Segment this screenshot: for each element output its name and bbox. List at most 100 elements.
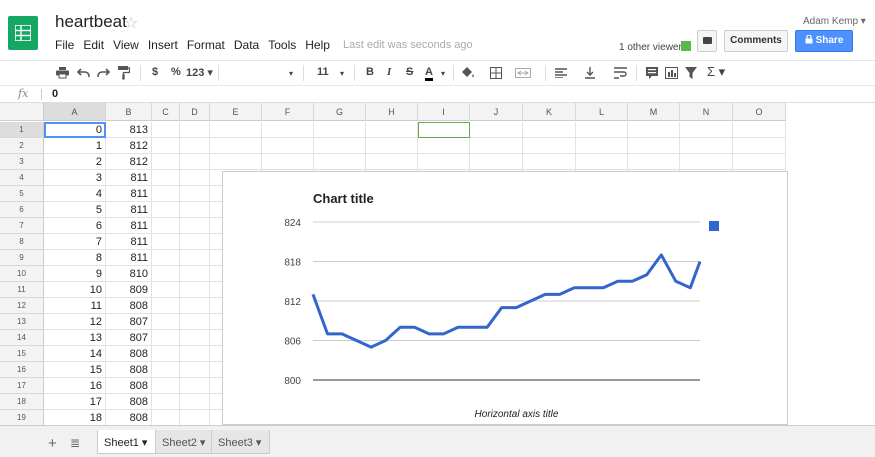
table-cell[interactable] [628,122,680,138]
table-cell[interactable]: 808 [106,298,152,314]
table-cell[interactable] [152,330,180,346]
viewer-avatar[interactable] [681,41,691,51]
table-cell[interactable] [680,122,733,138]
column-header-b[interactable]: B [106,103,152,121]
table-cell[interactable]: 808 [106,394,152,410]
table-cell[interactable] [418,138,470,154]
table-cell[interactable] [152,234,180,250]
row-header[interactable]: 3 [0,154,44,170]
column-header-f[interactable]: F [262,103,314,121]
row-header[interactable]: 10 [0,266,44,282]
row-header[interactable]: 5 [0,186,44,202]
wrap-text-icon[interactable] [614,67,627,79]
table-cell[interactable]: 9 [44,266,106,282]
table-cell[interactable]: 811 [106,202,152,218]
table-cell[interactable]: 811 [106,234,152,250]
strikethrough-button[interactable]: S [406,66,413,78]
bold-button[interactable]: B [366,66,374,78]
table-cell[interactable]: 812 [106,154,152,170]
row-header[interactable]: 2 [0,138,44,154]
table-cell[interactable] [152,266,180,282]
chart-title[interactable]: Chart title [313,191,374,206]
table-cell[interactable]: 808 [106,346,152,362]
paint-format-icon[interactable] [118,66,130,80]
table-cell[interactable] [180,314,210,330]
chat-button[interactable] [697,30,717,52]
filter-icon[interactable] [685,67,697,79]
user-account[interactable]: Adam Kemp ▾ [803,16,866,27]
table-cell[interactable]: 810 [106,266,152,282]
merge-cells-icon[interactable] [515,68,531,78]
menu-format[interactable]: Format [187,38,225,54]
table-cell[interactable]: 15 [44,362,106,378]
table-cell[interactable] [210,138,262,154]
table-cell[interactable]: 2 [44,154,106,170]
table-cell[interactable] [152,282,180,298]
table-cell[interactable] [366,154,418,170]
table-cell[interactable]: 13 [44,330,106,346]
table-cell[interactable]: 807 [106,314,152,330]
table-cell[interactable]: 808 [106,410,152,425]
column-header-d[interactable]: D [180,103,210,121]
row-header[interactable]: 12 [0,298,44,314]
table-cell[interactable] [733,138,786,154]
table-cell[interactable] [152,122,180,138]
font-family-dropdown[interactable]: ▾ [289,69,293,78]
table-cell[interactable] [523,138,576,154]
table-cell[interactable] [180,394,210,410]
table-cell[interactable]: 11 [44,298,106,314]
table-cell[interactable]: 809 [106,282,152,298]
table-cell[interactable] [180,202,210,218]
row-header[interactable]: 8 [0,234,44,250]
table-cell[interactable] [628,154,680,170]
sheet-tab-3[interactable]: Sheet3 ▾ [211,430,271,454]
table-cell[interactable]: 17 [44,394,106,410]
table-cell[interactable] [366,138,418,154]
star-icon[interactable]: ☆ [124,13,138,33]
print-icon[interactable] [56,67,69,79]
table-cell[interactable] [418,154,470,170]
table-cell[interactable]: 808 [106,378,152,394]
column-header-e[interactable]: E [210,103,262,121]
table-cell[interactable] [152,186,180,202]
vertical-align-icon[interactable] [585,67,595,79]
column-header-h[interactable]: H [366,103,418,121]
column-header-i[interactable]: I [418,103,470,121]
row-header[interactable]: 4 [0,170,44,186]
table-cell[interactable] [523,154,576,170]
table-cell[interactable] [262,122,314,138]
table-cell[interactable]: 811 [106,170,152,186]
undo-icon[interactable] [77,68,90,78]
table-cell[interactable]: 5 [44,202,106,218]
table-cell[interactable] [680,154,733,170]
table-cell[interactable] [733,154,786,170]
table-cell[interactable]: 8 [44,250,106,266]
table-cell[interactable] [180,138,210,154]
table-cell[interactable] [314,138,366,154]
add-sheet-icon[interactable]: + [48,435,57,452]
table-cell[interactable] [314,154,366,170]
column-header-j[interactable]: J [470,103,523,121]
table-cell[interactable] [180,170,210,186]
table-cell[interactable] [523,122,576,138]
table-cell[interactable]: 12 [44,314,106,330]
table-cell[interactable]: 14 [44,346,106,362]
column-header-a[interactable]: A [44,103,106,121]
table-cell[interactable] [470,138,523,154]
sheet-tab-2[interactable]: Sheet2 ▾ [155,430,215,454]
menu-help[interactable]: Help [305,38,330,54]
percent-format-button[interactable]: % [171,66,181,78]
table-cell[interactable] [152,378,180,394]
legend-swatch[interactable] [709,221,719,231]
row-header[interactable]: 1 [0,122,44,138]
table-cell[interactable] [576,122,628,138]
table-cell[interactable] [733,122,786,138]
table-cell[interactable]: 18 [44,410,106,425]
table-cell[interactable] [470,154,523,170]
currency-format-button[interactable]: $ [152,66,158,78]
table-cell[interactable]: 10 [44,282,106,298]
table-cell[interactable] [152,410,180,425]
row-header[interactable]: 18 [0,394,44,410]
row-header[interactable]: 13 [0,314,44,330]
table-cell[interactable] [180,362,210,378]
